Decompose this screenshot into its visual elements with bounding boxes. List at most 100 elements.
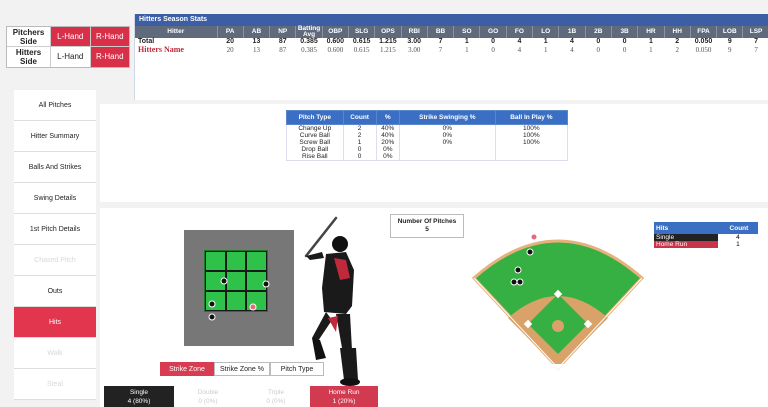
result-triple[interactable]: Triple 0 (0%) [242,386,310,407]
stats-cell: 7 [438,38,443,45]
stats-column-header[interactable]: GO [479,26,507,38]
result-label: Double [197,389,219,396]
hits-visual-panel: Strike Zone Strike Zone % Pitch Type Singl… [100,208,768,407]
result-single[interactable]: Single 4 (80%) [104,386,174,407]
zone-cell [225,251,247,271]
pitch-type-column-header: Pitch Type [286,110,344,125]
stats-cell: 87 [279,46,287,54]
stats-cell: 1 [465,46,469,54]
stats-cell: 4 [517,46,522,54]
pitch-type-cell: 2 [342,124,377,132]
pitch-type-cell: Change Up [286,124,344,132]
pitch-type-cell: 0% [375,146,400,153]
hits-row-home-run[interactable]: Home Run 1 [654,241,758,248]
stats-column-header[interactable]: LO [532,26,560,38]
hit-location-marker[interactable] [526,248,534,256]
nav-item-balls-and-strikes[interactable]: Balls And Strikes [14,152,96,183]
result-value: 1 (20%) [332,398,356,405]
stats-cell: 2 [675,38,680,45]
stats-column-header[interactable]: OPS [374,26,402,38]
hit-count: 4 [736,234,740,241]
zone-cell [225,291,247,311]
hit-location-marker[interactable] [514,266,522,274]
hitters-left-hand-button[interactable]: L-Hand [51,47,91,67]
pitch-type-cell: Screw Ball [286,139,344,146]
hit-location-marker[interactable] [510,278,518,286]
stats-column-header[interactable]: PA [217,26,244,38]
stats-cell: 0 [491,38,496,45]
stats-total-row: Total 20 13 87 0.385 0.600 0.615 1.215 3.00 7 1 0 4 1… [135,38,768,46]
result-home-run[interactable]: Home Run 1 (20%) [310,386,378,407]
pitch-type-cell: 20% [375,139,400,146]
hits-table-header: Hits Count [654,222,758,234]
season-stats-table: Hitter PA AB NP Batting Avg OBP SLG OPS RBI BB SO G… [135,25,768,55]
nav-item-steal: Steal [14,369,96,400]
count-column-header: Count [717,222,758,234]
stats-cell: 0.615 [352,38,371,45]
pitchers-side-row: Pitchers Side L-Hand R-Hand [7,27,129,47]
stats-cell: 2 [675,46,679,54]
stats-column-header[interactable]: NP [269,26,297,38]
pitch-type-row: Screw Ball 1 20% 0% 100% [286,139,569,146]
stats-column-header[interactable]: 3B [611,26,639,38]
stats-column-header[interactable]: SLG [348,26,376,38]
nav-item-hitter-summary[interactable]: Hitter Summary [14,121,96,152]
stats-column-header[interactable]: HH [664,26,691,38]
pitch-type-row: Drop Ball 0 0% [286,146,569,153]
home-run-location-marker[interactable] [530,233,538,241]
tab-pitch-type[interactable]: Pitch Type [270,362,324,376]
stats-column-header[interactable]: SO [453,26,481,38]
hitters-right-hand-button[interactable]: R-Hand [90,47,129,67]
nav-item-hits[interactable]: Hits [14,307,96,338]
pitch-type-cell [494,146,569,153]
stats-cell: 3.00 [408,46,421,54]
pitch-type-cell: 0 [342,146,377,153]
stats-cell: 20 [226,46,234,54]
stats-column-header[interactable]: AB [243,26,271,38]
pitchers-left-hand-button[interactable]: L-Hand [51,27,91,46]
stats-cell: 0 [491,46,495,54]
pitchers-right-hand-button[interactable]: R-Hand [90,27,129,46]
pitch-type-cell: Drop Ball [286,146,344,153]
zone-cell [246,251,267,271]
number-of-pitches-label: Number Of Pitches [397,218,457,225]
strike-zone-grid [204,250,268,312]
hit-type-label: Single [654,234,718,241]
stats-column-header[interactable]: LSP [742,26,768,38]
sidebar-nav: All Pitches Hitter Summary Balls And Strik… [14,90,96,400]
stats-cell: 1 [649,46,653,54]
stats-column-header[interactable]: Batting Avg [295,25,323,38]
season-stats-title: Hitters Season Stats [135,14,768,26]
result-double[interactable]: Double 0 (0%) [174,386,242,407]
stats-cell: 4 [570,46,574,54]
stats-cell: 1 [464,38,469,45]
pitch-type-cell: 0% [375,153,400,161]
hits-row-single[interactable]: Single 4 [654,234,758,241]
stats-column-header[interactable]: FPA [690,26,718,38]
stats-hitter-row[interactable]: Hitters Name 20 13 87 0.385 0.600 0.615 1.215 3.… [135,46,768,55]
result-value: 0 (0%) [198,398,218,405]
nav-item-1st-pitch-details[interactable]: 1st Pitch Details [14,214,96,245]
hits-table: Hits Count Single 4 Home Run 1 [654,222,758,248]
result-value: 4 (80%) [127,398,151,405]
nav-item-outs[interactable]: Outs [14,276,96,307]
nav-item-all-pitches[interactable]: All Pitches [14,90,96,121]
stats-cell: 0 [596,38,601,45]
hit-location-marker[interactable] [516,278,524,286]
zone-cell [225,271,247,291]
stats-column-header[interactable]: HR [637,26,665,38]
stats-cell: 1.215 [379,38,397,45]
stats-column-header[interactable]: OBP [322,26,349,38]
stats-column-header[interactable]: BB [427,26,455,38]
tab-strike-zone[interactable]: Strike Zone % [214,362,270,376]
stats-cell: 0 [622,46,627,54]
tab-strike-zone[interactable]: Strike Zone [160,362,214,376]
stats-column-header[interactable]: Hitter [135,26,218,38]
stats-column-header[interactable]: LOB [716,26,744,38]
stats-column-header[interactable]: FO [506,26,534,38]
stats-column-header[interactable]: RBI [401,26,428,38]
stats-cell: 1 [543,38,548,45]
stats-column-header[interactable]: 2B [585,26,612,38]
stats-column-header[interactable]: 1B [558,26,586,38]
nav-item-swing-details[interactable]: Swing Details [14,183,96,214]
